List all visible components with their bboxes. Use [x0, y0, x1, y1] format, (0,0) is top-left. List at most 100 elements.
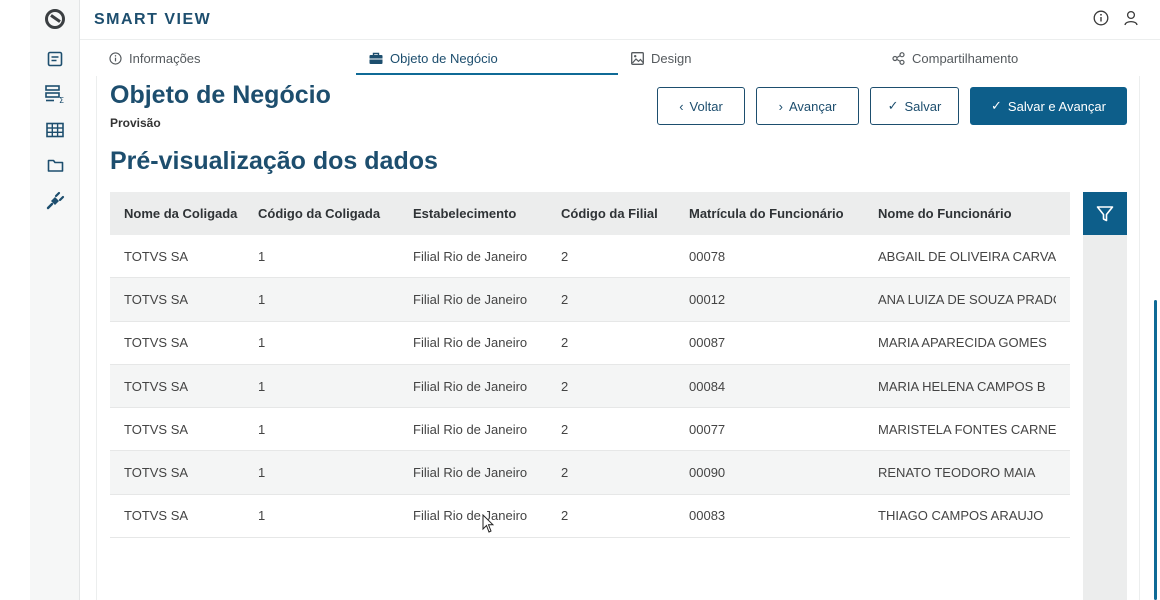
save-and-next-button[interactable]: ✓ Salvar e Avançar	[970, 87, 1127, 125]
table-cell: Filial Rio de Janeiro	[413, 378, 528, 394]
preview-title: Pré-visualização dos dados	[110, 147, 438, 175]
top-bar: SMART VIEW	[80, 0, 1160, 40]
tab-design[interactable]: Design	[631, 40, 691, 76]
table-cell: TOTVS SA	[124, 421, 189, 437]
table-cell: THIAGO CAMPOS ARAUJO	[878, 508, 1044, 524]
table-cell: 1	[258, 421, 266, 437]
column-header[interactable]: Matrícula do Funcionário	[689, 206, 878, 221]
table-row[interactable]: TOTVS SA 1 Filial Rio de Janeiro 2 00084…	[110, 364, 1070, 409]
info-icon	[109, 51, 122, 65]
table-cell: 1	[258, 508, 266, 524]
table-cell: 00083	[689, 508, 726, 524]
table-cell: TOTVS SA	[124, 335, 189, 351]
tab-compartilhamento[interactable]: Compartilhamento	[892, 40, 1018, 76]
table-row[interactable]: TOTVS SA 1 Filial Rio de Janeiro 2 00083…	[110, 495, 1070, 539]
table-cell: MARIA APARECIDA GOMES	[878, 335, 1047, 351]
next-button-label: Avançar	[788, 98, 837, 114]
table-cell: 00077	[689, 421, 726, 437]
tab-label: Compartilhamento	[912, 50, 1019, 66]
table-cell: MARIA HELENA CAMPOS B	[878, 378, 1046, 394]
folder-icon[interactable]	[45, 155, 65, 175]
table-cell: 1	[258, 335, 266, 351]
check-icon: ✓	[887, 98, 899, 113]
report-icon[interactable]: Σ	[45, 84, 65, 104]
table-cell: 00084	[689, 378, 726, 394]
column-header[interactable]: Estabelecimento	[413, 206, 561, 221]
column-header[interactable]: Nome do Funcionário	[878, 206, 1056, 221]
page-subtitle: Provisão	[110, 116, 161, 130]
column-header[interactable]: Nome da Coligada	[110, 206, 258, 221]
table-cell: TOTVS SA	[124, 465, 189, 481]
table-cell: 2	[561, 335, 569, 351]
chevron-left-icon: ‹	[679, 98, 684, 114]
table-row[interactable]: TOTVS SA 1 Filial Rio de Janeiro 2 00012…	[110, 278, 1070, 322]
table-cell: MARISTELA FONTES CARNEIRO	[878, 421, 1056, 437]
plugin-icon[interactable]	[45, 191, 65, 211]
table-cell: 00087	[689, 335, 726, 351]
scrollbar[interactable]	[1154, 300, 1157, 600]
filter-column	[1083, 192, 1127, 600]
share-icon	[892, 51, 905, 65]
table-cell: Filial Rio de Janeiro	[413, 291, 528, 307]
table-cell: 2	[561, 291, 569, 307]
table-cell: 2	[561, 465, 569, 481]
save-and-next-button-label: Salvar e Avançar	[1007, 98, 1106, 114]
column-header[interactable]: Código da Coligada	[258, 206, 413, 221]
mouse-cursor-icon	[482, 513, 495, 539]
filter-button[interactable]	[1083, 192, 1127, 235]
tab-objeto-de-negocio[interactable]: Objeto de Negócio	[369, 40, 498, 76]
table-cell: 1	[258, 291, 266, 307]
table-header: Nome da Coligada Código da Coligada Esta…	[110, 192, 1070, 235]
table-cell: ANA LUIZA DE SOUZA PRADO	[878, 291, 1056, 307]
list-icon[interactable]	[45, 49, 65, 69]
back-button-label: Voltar	[689, 98, 723, 114]
table-cell: Filial Rio de Janeiro	[413, 465, 528, 481]
table-cell: TOTVS SA	[124, 508, 189, 524]
table-row[interactable]: TOTVS SA 1 Filial Rio de Janeiro 2 00090…	[110, 451, 1070, 495]
table-cell: TOTVS SA	[124, 291, 189, 307]
next-button[interactable]: › Avançar	[756, 87, 859, 125]
column-header[interactable]: Código da Filial	[561, 206, 689, 221]
data-table: Nome da Coligada Código da Coligada Esta…	[110, 192, 1070, 539]
table-cell: 00078	[689, 248, 726, 264]
sidebar: Σ	[30, 0, 80, 600]
tab-label: Objeto de Negócio	[390, 50, 498, 66]
table-cell: TOTVS SA	[124, 248, 189, 264]
table-cell: 00090	[689, 465, 726, 481]
table-cell: 00012	[689, 291, 726, 307]
table-row[interactable]: TOTVS SA 1 Filial Rio de Janeiro 2 00078…	[110, 235, 1070, 279]
table-cell: Filial Rio de Janeiro	[413, 335, 528, 351]
table-cell: 1	[258, 465, 266, 481]
active-tab-indicator	[356, 73, 618, 75]
table-cell: Filial Rio de Janeiro	[413, 421, 528, 437]
table-row[interactable]: TOTVS SA 1 Filial Rio de Janeiro 2 00077…	[110, 408, 1070, 452]
main-panel: Objeto de Negócio Provisão ‹ Voltar › Av…	[96, 76, 1140, 600]
tab-bar: Informações Objeto de Negócio Design Com…	[96, 40, 1160, 76]
table-cell: 1	[258, 378, 266, 394]
table-cell: RENATO TEODORO MAIA	[878, 465, 1036, 481]
table-icon[interactable]	[45, 120, 65, 140]
check-icon: ✓	[991, 98, 1002, 113]
page-title: Objeto de Negócio	[110, 81, 331, 109]
back-button[interactable]: ‹ Voltar	[657, 87, 745, 125]
tab-label: Design	[651, 50, 692, 66]
filter-icon	[1096, 205, 1114, 221]
table-cell: ABGAIL DE OLIVEIRA CARVALHO	[878, 248, 1056, 264]
chevron-right-icon: ›	[778, 98, 783, 114]
save-button-label: Salvar	[904, 98, 942, 114]
table-row[interactable]: TOTVS SA 1 Filial Rio de Janeiro 2 00087…	[110, 322, 1070, 365]
table-cell: Filial Rio de Janeiro	[413, 248, 528, 264]
image-icon	[631, 51, 644, 65]
save-button[interactable]: ✓ Salvar	[870, 87, 959, 125]
table-cell: 2	[561, 508, 569, 524]
svg-text:Σ: Σ	[59, 96, 64, 104]
table-cell: 1	[258, 248, 266, 264]
table-cell: 2	[561, 378, 569, 394]
tab-informacoes[interactable]: Informações	[109, 40, 201, 76]
info-icon[interactable]	[1093, 10, 1111, 28]
table-cell: TOTVS SA	[124, 378, 189, 394]
logo-icon[interactable]	[45, 9, 65, 29]
table-cell: 2	[561, 421, 569, 437]
tab-label: Informações	[129, 50, 201, 66]
user-icon[interactable]	[1123, 10, 1141, 28]
